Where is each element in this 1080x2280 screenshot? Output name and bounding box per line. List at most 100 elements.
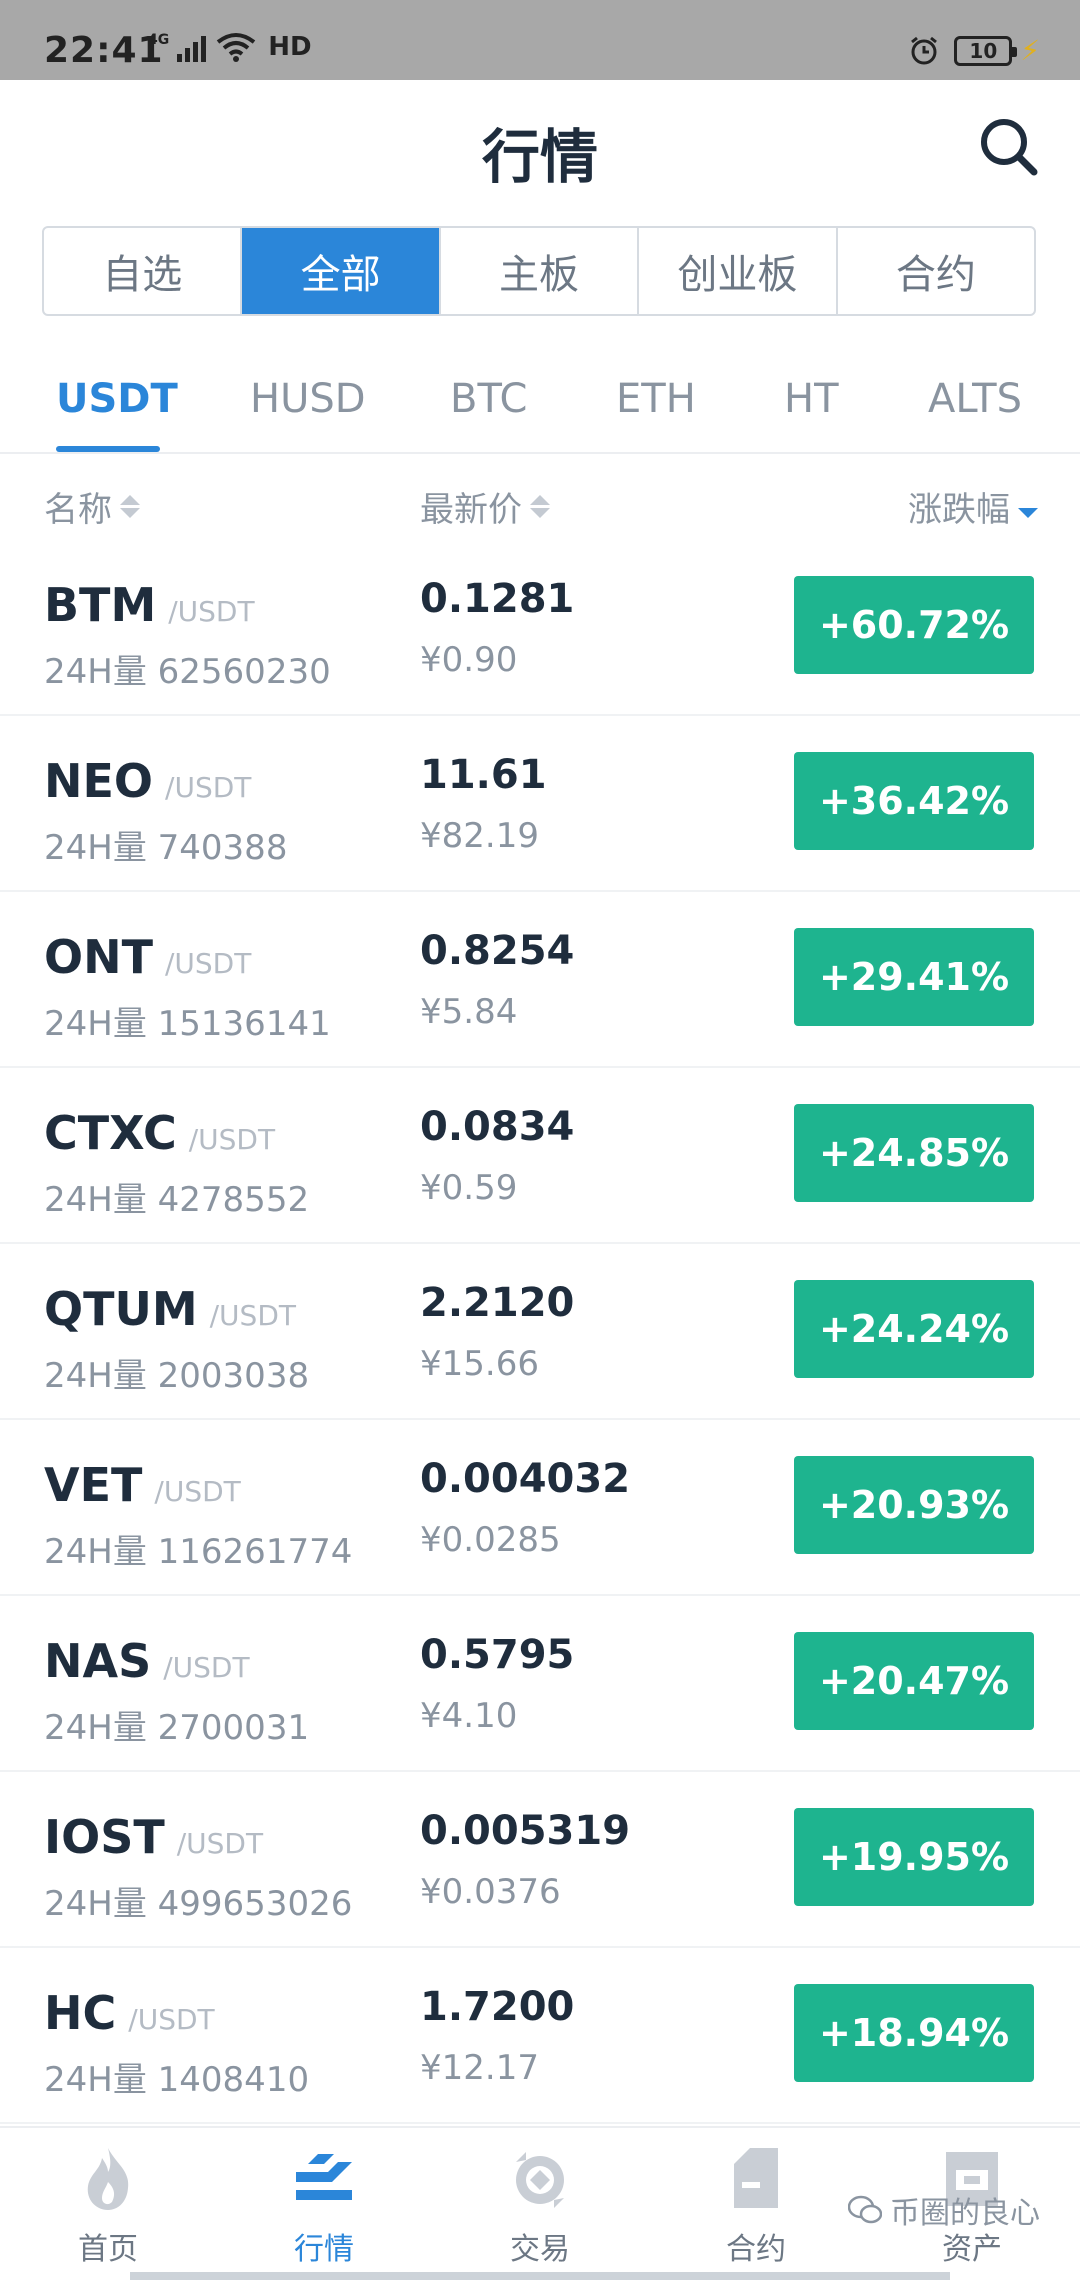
column-price-label: 最新价 [420,490,522,530]
sort-desc-icon [1018,495,1038,518]
page-title: 行情 [481,123,598,191]
row-volume: 1408410 [157,2060,310,2100]
segment-all[interactable]: 全部 [242,228,441,314]
segment-main-board[interactable]: 主板 [441,228,640,314]
row-volume-label: 24H量 [44,1884,147,1924]
row-cny-price: ¥15.66 [420,1344,539,1384]
nav-home[interactable]: 首页 [18,2142,198,2268]
market-row[interactable]: HC/USDT 24H量 1408410 1.7200 ¥12.17 +18.9… [0,1948,1080,2124]
row-volume-label: 24H量 [44,828,147,868]
search-icon[interactable] [976,114,1040,178]
tab-btc[interactable]: BTC [450,376,527,422]
row-symbol: IOST [44,1810,165,1864]
exchange-coin-icon [516,2152,564,2208]
row-price: 0.004032 [420,1456,631,1502]
sort-by-change[interactable]: 涨跌幅 [908,482,1038,531]
row-volume: 15136141 [157,1004,331,1044]
row-change-badge[interactable]: +18.94% [794,1984,1034,2082]
row-price: 2.2120 [420,1280,575,1326]
row-pair: /USDT [164,947,252,980]
row-volume-label: 24H量 [44,652,147,692]
row-symbol: ONT [44,930,153,984]
row-change-badge[interactable]: +24.24% [794,1280,1034,1378]
market-row[interactable]: BTM/USDT 24H量 62560230 0.1281 ¥0.90 +60.… [0,540,1080,716]
nav-trade[interactable]: 交易 [450,2142,630,2268]
row-cny-price: ¥82.19 [420,816,539,856]
sort-by-name[interactable]: 名称 [44,482,140,531]
row-change-badge[interactable]: +20.93% [794,1456,1034,1554]
row-price: 0.0834 [420,1104,575,1150]
status-right-icons: 10 ⚡ [908,34,1040,67]
row-symbol: VET [44,1458,143,1512]
row-cny-price: ¥0.59 [420,1168,518,1208]
sort-arrows-icon [530,495,550,518]
tab-usdt[interactable]: USDT [56,376,178,422]
segment-favorites[interactable]: 自选 [44,228,243,314]
row-cny-price: ¥12.17 [420,2048,539,2088]
row-price: 11.61 [420,752,547,798]
segment-contract[interactable]: 合约 [838,228,1034,314]
status-time: 22:41 [44,30,164,71]
active-tab-indicator [56,446,160,452]
row-pair: /USDT [165,771,252,804]
row-cny-price: ¥5.84 [420,992,518,1032]
row-symbol: NEO [44,754,154,808]
market-row[interactable]: IOST/USDT 24H量 499653026 0.005319 ¥0.037… [0,1772,1080,1948]
row-volume-label: 24H量 [44,1356,147,1396]
row-change-badge[interactable]: +60.72% [794,576,1034,674]
nav-trade-label: 交易 [510,2232,570,2267]
row-pair: /USDT [168,595,255,628]
row-pair: /USDT [128,2003,215,2036]
row-volume: 2700031 [157,1708,310,1748]
contract-doc-icon [734,2148,778,2208]
board-segment-control: 自选 全部 主板 创业板 合约 [42,226,1036,316]
row-change-badge[interactable]: +20.47% [794,1632,1034,1730]
tab-husd[interactable]: HUSD [250,376,366,422]
row-cny-price: ¥0.0285 [420,1520,561,1560]
row-change-badge[interactable]: +29.41% [794,928,1034,1026]
status-left-icons: 4G HD [148,32,312,62]
signal-icon [177,36,207,62]
market-row[interactable]: ONT/USDT 24H量 15136141 0.8254 ¥5.84 +29.… [0,892,1080,1068]
sort-arrows-icon [120,495,140,518]
alarm-icon [911,36,938,64]
sort-by-price[interactable]: 最新价 [420,482,550,531]
battery-icon: 10 [954,35,1018,66]
tab-alts[interactable]: ALTS [928,376,1022,422]
nav-market[interactable]: 行情 [234,2142,414,2268]
row-cny-price: ¥0.0376 [420,1872,561,1912]
watermark: 币圈的良心 [848,2188,1040,2232]
row-symbol: QTUM [44,1282,198,1336]
bottom-nav: 首页 行情 交易 合约 资产 币圈的良心 [0,2126,1080,2280]
row-pair: /USDT [188,1123,276,1156]
row-volume-label: 24H量 [44,1180,147,1220]
column-change-label: 涨跌幅 [908,490,1010,530]
row-symbol: NAS [44,1634,152,1688]
row-pair: /USDT [163,1651,250,1684]
gesture-bar [130,2272,950,2280]
row-volume: 62560230 [157,652,331,692]
wifi-icon [217,33,256,62]
market-list: BTM/USDT 24H量 62560230 0.1281 ¥0.90 +60.… [0,540,1080,2124]
nav-contract[interactable]: 合约 [666,2142,846,2268]
tab-eth[interactable]: ETH [616,376,696,422]
wechat-icon [848,2195,882,2224]
market-row[interactable]: NEO/USDT 24H量 740388 11.61 ¥82.19 +36.42… [0,716,1080,892]
market-row[interactable]: VET/USDT 24H量 116261774 0.004032 ¥0.0285… [0,1420,1080,1596]
row-cny-price: ¥4.10 [420,1696,518,1736]
watermark-text: 币圈的良心 [890,2196,1040,2231]
row-price: 0.8254 [420,928,575,974]
battery-level: 10 [969,38,998,63]
tab-ht[interactable]: HT [784,376,839,422]
flame-icon [87,2148,129,2210]
market-row[interactable]: NAS/USDT 24H量 2700031 0.5795 ¥4.10 +20.4… [0,1596,1080,1772]
market-row[interactable]: CTXC/USDT 24H量 4278552 0.0834 ¥0.59 +24.… [0,1068,1080,1244]
segment-growth-board[interactable]: 创业板 [639,228,838,314]
nav-home-label: 首页 [78,2232,138,2267]
row-cny-price: ¥0.90 [420,640,518,680]
row-pair: /USDT [209,1299,296,1332]
row-change-badge[interactable]: +24.85% [794,1104,1034,1202]
row-change-badge[interactable]: +19.95% [794,1808,1034,1906]
market-row[interactable]: QTUM/USDT 24H量 2003038 2.2120 ¥15.66 +24… [0,1244,1080,1420]
row-change-badge[interactable]: +36.42% [794,752,1034,850]
